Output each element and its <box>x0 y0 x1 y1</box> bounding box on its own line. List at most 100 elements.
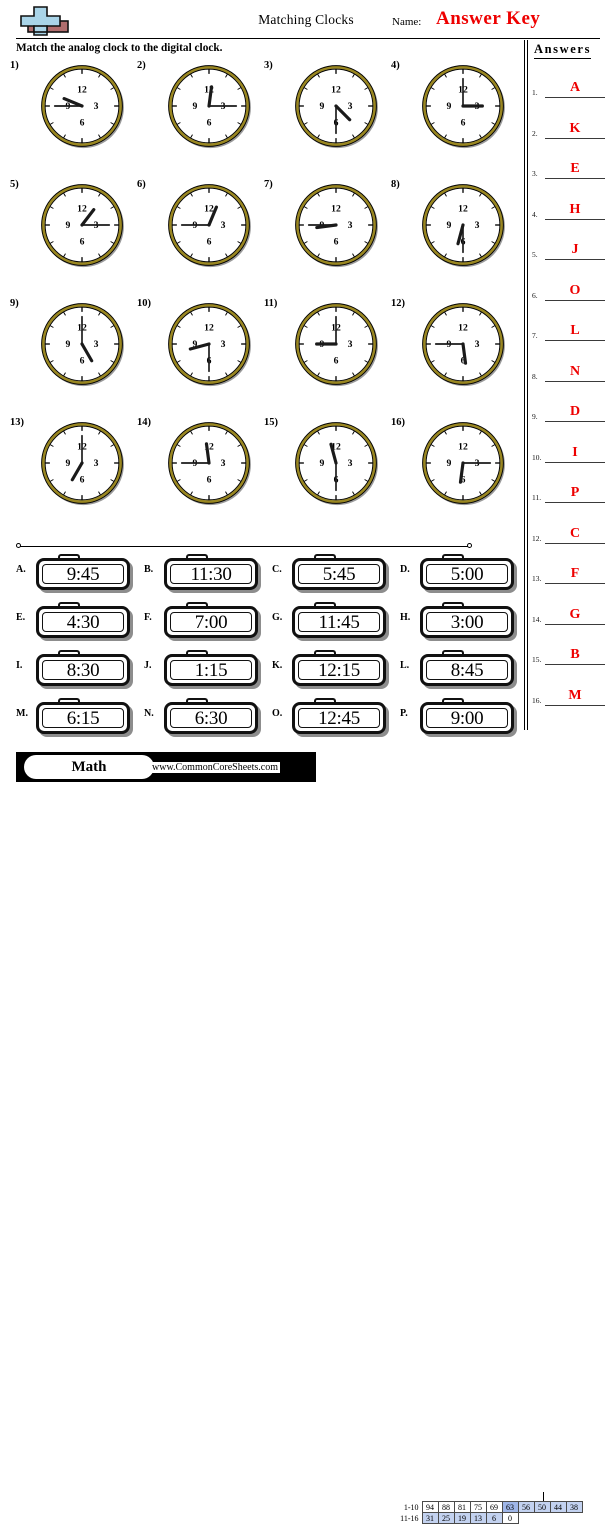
answer-blank-line[interactable] <box>545 542 605 544</box>
digital-clock[interactable]: 11:30 <box>164 554 262 590</box>
answer-blank-line[interactable] <box>545 259 605 260</box>
answer-letter: N <box>569 363 581 379</box>
clock-face-wrapper[interactable]: 12369 <box>292 181 380 269</box>
svg-text:9: 9 <box>65 220 70 231</box>
answer-letter: I <box>572 444 578 460</box>
digital-clock[interactable]: 6:30 <box>164 698 262 734</box>
answer-blank-line[interactable] <box>545 461 605 463</box>
digital-clock-bezel: 4:30 <box>36 606 130 638</box>
clock-face-wrapper[interactable]: 12369 <box>419 419 507 507</box>
digital-clock-letter: I. <box>16 660 23 671</box>
clock-face-wrapper[interactable]: 12369 <box>38 62 126 150</box>
answer-blank-line[interactable] <box>545 583 605 584</box>
answer-blank-line[interactable] <box>545 178 605 179</box>
digital-clock[interactable]: 3:00 <box>420 602 518 638</box>
digital-clock[interactable]: 12:15 <box>292 650 390 686</box>
clock-face-wrapper[interactable]: 12369 <box>38 419 126 507</box>
answer-blank-line[interactable] <box>545 502 605 503</box>
clock-number: 6) <box>137 179 146 190</box>
clock-face-wrapper[interactable]: 12369 <box>292 62 380 150</box>
digital-clock[interactable]: 7:00 <box>164 602 262 638</box>
digital-clock[interactable]: 1:15 <box>164 650 262 686</box>
svg-text:6: 6 <box>334 236 339 247</box>
clock-face-wrapper[interactable]: 12369 <box>165 419 253 507</box>
score-grid: 1-10 94 88 81 75 69 63 56 50 44 38 11-16 31 25 19 13 6 0 <box>396 1501 583 1524</box>
digital-clock-bank: A. 9:45 B. 11:30 C. 5:45 D. 5:00 E. 4:30 F. 7:00 G. 1… <box>0 552 524 742</box>
digital-clock[interactable]: 6:15 <box>36 698 134 734</box>
answer-number: 8. <box>532 371 538 381</box>
clock-face-wrapper[interactable]: 12369 <box>38 181 126 269</box>
answer-letter: L <box>570 323 580 338</box>
clock-face-wrapper[interactable]: 12369 <box>38 300 126 388</box>
digital-clock[interactable]: 8:45 <box>420 650 518 686</box>
clock-face-wrapper[interactable]: 12369 <box>165 181 253 269</box>
svg-text:3: 3 <box>94 458 99 469</box>
answer-letter: E <box>570 161 580 176</box>
answer-blank-line[interactable] <box>545 704 605 706</box>
digital-clock-screen: 8:45 <box>426 660 508 680</box>
analog-clock-face: 12369 <box>422 303 505 387</box>
answer-blank-line[interactable] <box>545 299 605 301</box>
answer-blank-line[interactable] <box>545 664 605 665</box>
clock-face-wrapper[interactable]: 12369 <box>419 62 507 150</box>
header-divider <box>16 38 600 39</box>
svg-text:12: 12 <box>458 441 468 452</box>
digital-clock-screen: 3:00 <box>426 612 508 632</box>
digital-clock-item: B. 11:30 <box>140 552 268 598</box>
answer-blank-line[interactable] <box>545 137 605 139</box>
analog-clock-face: 12369 <box>41 303 124 387</box>
answer-row: 11. P <box>532 473 606 503</box>
digital-clock-bezel: 12:45 <box>292 702 386 734</box>
answer-number: 5. <box>532 250 538 259</box>
clock-face-wrapper[interactable]: 12369 <box>292 419 380 507</box>
digital-clock-letter: O. <box>272 708 283 719</box>
answer-letter: G <box>569 606 581 622</box>
answer-blank-line[interactable] <box>545 218 605 220</box>
digital-clock[interactable]: 12:45 <box>292 698 390 734</box>
clock-face-wrapper[interactable]: 12369 <box>419 300 507 388</box>
clock-face-wrapper[interactable]: 12369 <box>165 62 253 150</box>
clock-item: 10)12369 <box>135 294 260 412</box>
svg-text:6: 6 <box>80 355 85 366</box>
digital-clock[interactable]: 8:30 <box>36 650 134 686</box>
answer-row: 14. G <box>532 595 606 625</box>
digital-clock-screen: 9:00 <box>426 708 508 728</box>
digital-clock[interactable]: 5:00 <box>420 554 518 590</box>
answer-number: 4. <box>532 209 538 219</box>
digital-clock-letter: P. <box>400 708 408 719</box>
digital-clock-item: E. 4:30 <box>12 600 140 646</box>
score-cell-empty <box>518 1513 534 1524</box>
score-cell: 50 <box>533 1501 551 1513</box>
svg-text:9: 9 <box>65 458 70 469</box>
answer-number: 6. <box>532 290 538 300</box>
digital-clock-bezel: 6:15 <box>36 702 130 734</box>
answer-blank-line[interactable] <box>545 623 605 625</box>
digital-clock-time: 1:15 <box>194 659 228 681</box>
svg-text:9: 9 <box>192 101 197 112</box>
answer-number: 13. <box>532 574 542 583</box>
clock-face-wrapper[interactable]: 12369 <box>292 300 380 388</box>
answer-blank-line[interactable] <box>545 97 605 98</box>
score-cell: 88 <box>437 1501 455 1513</box>
digital-clock-bezel: 8:30 <box>36 654 130 686</box>
answer-blank-line[interactable] <box>545 340 605 341</box>
clock-number: 5) <box>10 179 19 190</box>
clock-face-wrapper[interactable]: 12369 <box>419 181 507 269</box>
clock-item: 6) 12369 <box>135 175 260 293</box>
digital-clock[interactable]: 4:30 <box>36 602 134 638</box>
digital-clock-item: F. 7:00 <box>140 600 268 646</box>
score-cell-empty <box>566 1513 582 1524</box>
score-cell-empty <box>534 1513 550 1524</box>
digital-clock[interactable]: 11:45 <box>292 602 390 638</box>
clock-item: 4) 12369 <box>389 56 514 174</box>
answer-row: 1. A <box>532 68 606 98</box>
answer-row: 3. E <box>532 149 606 179</box>
clock-face-wrapper[interactable]: 12369 <box>165 300 253 388</box>
answer-blank-line[interactable] <box>545 421 605 422</box>
digital-clock[interactable]: 5:45 <box>292 554 390 590</box>
digital-clock-letter: N. <box>144 708 154 719</box>
digital-clock[interactable]: 9:00 <box>420 698 518 734</box>
digital-clock[interactable]: 9:45 <box>36 554 134 590</box>
digital-clock-letter: J. <box>144 660 152 671</box>
answer-blank-line[interactable] <box>545 380 605 382</box>
